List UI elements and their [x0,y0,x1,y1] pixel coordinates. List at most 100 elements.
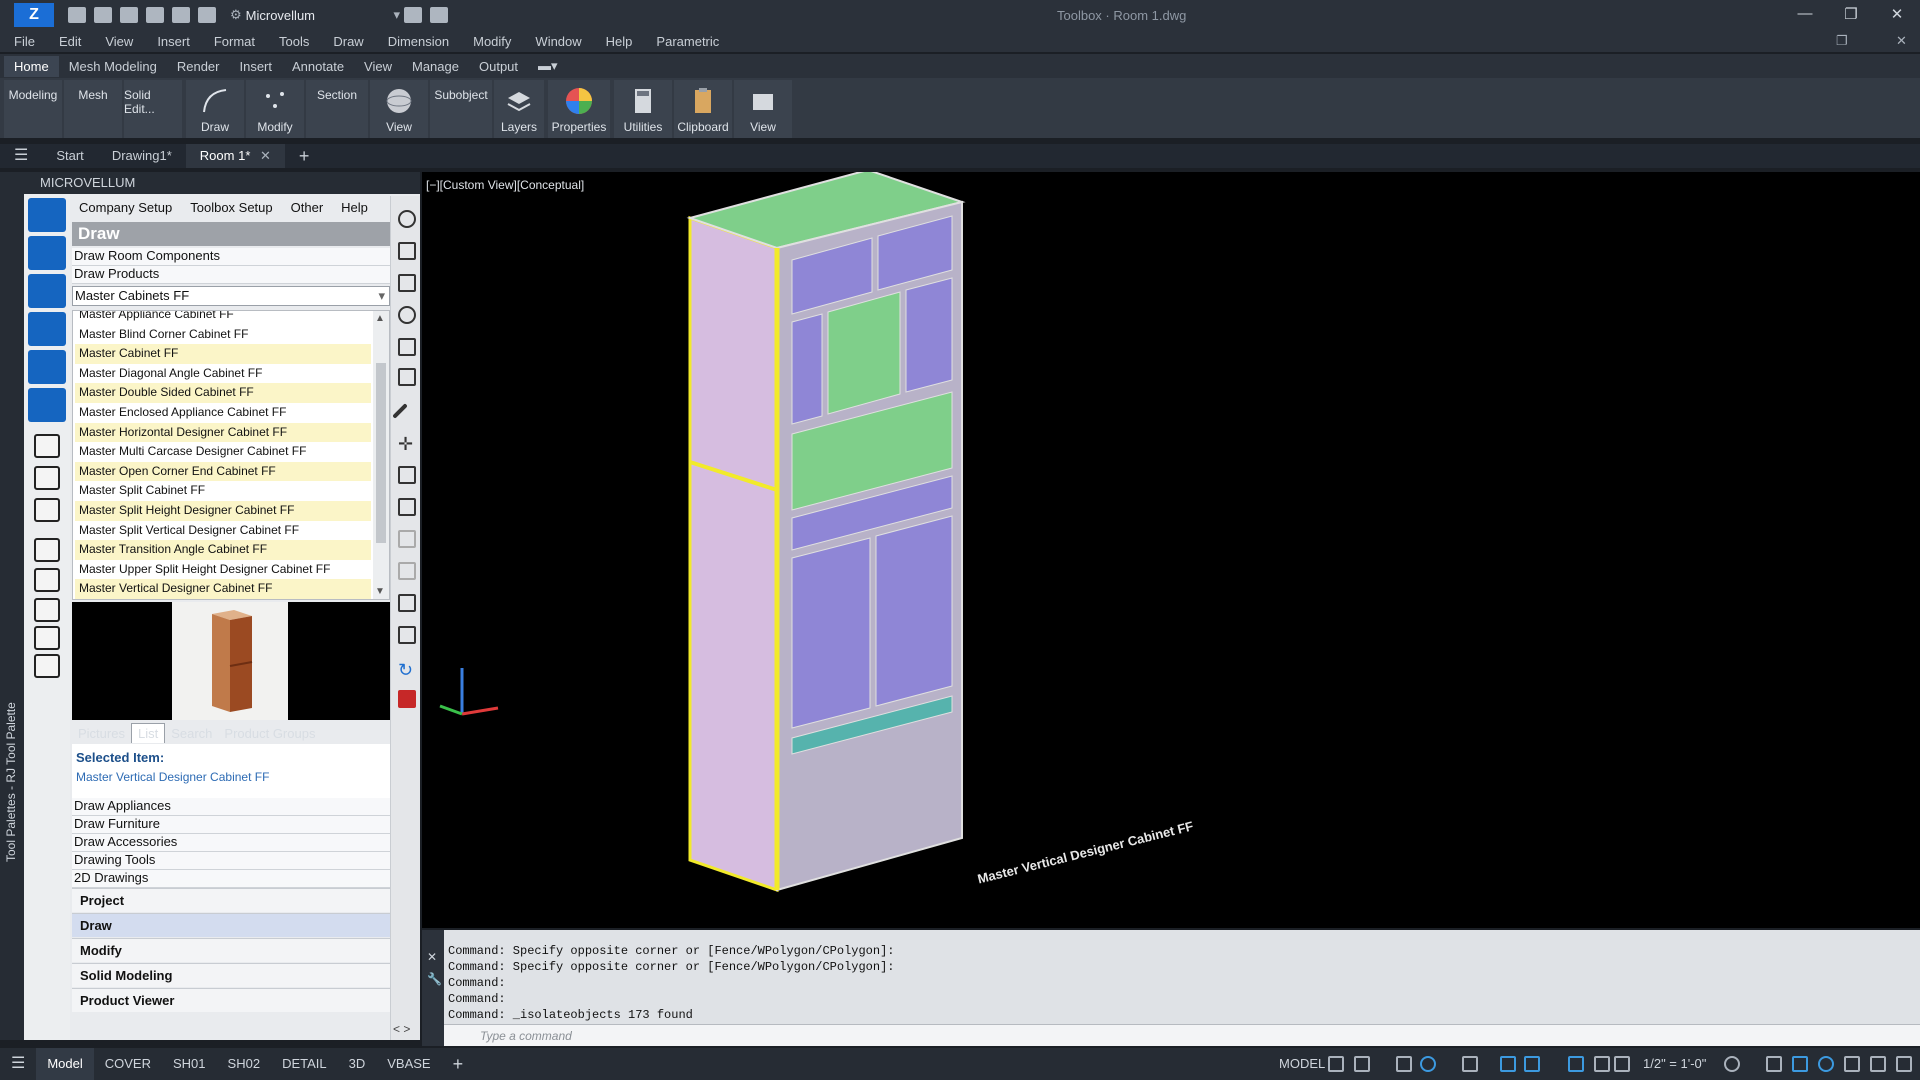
pdf-icon[interactable] [398,690,416,708]
settings-gear-icon[interactable] [398,306,416,324]
hardware-acceleration-icon[interactable] [1844,1056,1860,1072]
layout-menu-icon[interactable]: ☰ [0,1048,36,1080]
maximize-button[interactable]: ❐ [1836,5,1866,25]
layers-button[interactable]: Layers [494,80,544,138]
tab-home[interactable]: Home [4,55,59,77]
save-icon[interactable] [120,7,138,23]
other-menu[interactable]: Other [291,200,324,215]
refresh-icon[interactable]: ↻ [398,660,416,680]
ortho-icon[interactable] [1396,1056,1412,1072]
document-icon[interactable] [398,242,416,260]
modify-button[interactable]: Modify [246,80,304,138]
subobject-button[interactable]: Subobject [430,80,492,138]
page-icon[interactable] [398,368,416,386]
group-draw[interactable]: Draw [72,913,390,937]
snap-icon[interactable] [1354,1056,1370,1072]
annotation-monitor-icon[interactable] [1766,1056,1782,1072]
view-panel-button[interactable]: View [734,80,792,138]
menu-tools[interactable]: Tools [279,34,309,49]
add-layout-icon[interactable]: + [442,1048,475,1080]
properties-button[interactable]: Properties [548,80,610,138]
2d-drawings-link[interactable]: 2D Drawings [72,870,390,888]
book-icon[interactable] [398,466,416,484]
utilities-button[interactable]: Utilities [614,80,672,138]
tab-start[interactable]: Start [42,144,97,168]
mesh-button[interactable]: Mesh [64,80,122,138]
tab-list[interactable]: List [130,723,166,743]
list-item[interactable]: Master Split Cabinet FF [75,481,371,501]
grid-icon[interactable] [1328,1056,1344,1072]
auto-scale-icon[interactable] [1594,1056,1610,1072]
cube-icon[interactable] [28,274,66,308]
group-modify[interactable]: Modify [72,938,390,962]
list-item[interactable]: Master Split Height Designer Cabinet FF [75,501,371,521]
layers-tool-icon[interactable] [398,626,416,644]
trash-icon[interactable] [398,530,416,548]
pencil-icon[interactable] [28,198,66,232]
tab-product-groups[interactable]: Product Groups [218,724,321,743]
workspace-select[interactable]: ⚙ Microvellum ▾ [230,5,400,25]
menu-edit[interactable]: Edit [59,34,81,49]
add-document-icon[interactable] [34,598,60,622]
list-item[interactable]: Master Cabinet FF [75,344,371,364]
annotation-visibility-icon[interactable] [1568,1056,1584,1072]
draw-accessories-link[interactable]: Draw Accessories [72,834,390,852]
person-icon[interactable] [398,274,416,292]
tab-mesh-modeling[interactable]: Mesh Modeling [59,56,167,77]
tab-vbase[interactable]: VBASE [376,1048,441,1080]
folder-settings-icon[interactable] [34,568,60,592]
open-file-icon[interactable] [94,7,112,23]
gear-icon[interactable] [398,210,416,228]
workspace-gear-icon[interactable] [1724,1056,1740,1072]
draw-room-components-link[interactable]: Draw Room Components [72,248,390,266]
model-space-toggle[interactable]: MODEL [1268,1048,1336,1080]
section-button[interactable]: Section [306,80,368,138]
list-item[interactable]: Master Vertical Designer Cabinet FF [75,579,371,599]
list-item[interactable]: Master Diagonal Angle Cabinet FF [75,364,371,384]
hamburger-menu-icon[interactable]: ☰ [0,144,42,168]
group-project[interactable]: Project [72,888,390,912]
tab-manage[interactable]: Manage [402,56,469,77]
ribbon-toggle-icon[interactable]: ▬▾ [528,55,568,77]
tab-detail[interactable]: DETAIL [271,1048,338,1080]
clean-screen-icon[interactable] [1870,1056,1886,1072]
pen-icon[interactable] [392,403,408,419]
paste-tool-icon[interactable] [34,498,60,522]
undo-icon[interactable] [146,7,164,23]
clipboard-tool-icon[interactable] [34,434,60,458]
command-input[interactable]: Type a command [444,1024,1920,1046]
camera-icon[interactable] [28,312,66,346]
redo-icon[interactable] [172,7,190,23]
annotation-scale-icon[interactable] [1614,1056,1630,1072]
menu-insert[interactable]: Insert [157,34,190,49]
toolbox-setup-menu[interactable]: Toolbox Setup [190,200,272,215]
plot-icon[interactable] [404,7,422,23]
clipboard-button[interactable]: Clipboard [674,80,732,138]
new-file-icon[interactable] [68,7,86,23]
frame-icon[interactable] [398,562,416,580]
solid-edit-button[interactable]: Solid Edit... [124,80,182,138]
list-item[interactable]: Master Open Corner End Cabinet FF [75,461,371,482]
tab-room1[interactable]: Room 1* ✕ [185,144,285,168]
list-item[interactable]: Master Blind Corner Cabinet FF [75,325,371,345]
scroll-left-right-icon[interactable]: < > [393,1022,410,1036]
view-button[interactable]: View [370,80,428,138]
units-icon[interactable] [1792,1056,1808,1072]
menu-draw[interactable]: Draw [333,34,363,49]
scroll-down-icon[interactable]: ▼ [375,586,385,597]
draw-products-link[interactable]: Draw Products [72,266,390,284]
tab-cover[interactable]: COVER [94,1048,162,1080]
list-item[interactable]: Master Appliance Cabinet FF [75,311,371,325]
tab-insert[interactable]: Insert [229,56,282,77]
list-scrollbar[interactable]: ▲ ▼ [373,311,389,599]
minimize-button[interactable]: — [1790,5,1820,25]
annotation-scale[interactable]: 1/2" = 1'-0" [1632,1048,1717,1080]
menu-view[interactable]: View [105,34,133,49]
menu-format[interactable]: Format [214,34,255,49]
restore-icon[interactable]: ❐ [1836,33,1848,49]
draw-furniture-link[interactable]: Draw Furniture [72,816,390,834]
tab-sh02[interactable]: SH02 [217,1048,272,1080]
grid-icon[interactable] [398,594,416,612]
list-item[interactable]: Master Transition Angle Cabinet FF [75,540,371,560]
menu-parametric[interactable]: Parametric [656,34,719,49]
